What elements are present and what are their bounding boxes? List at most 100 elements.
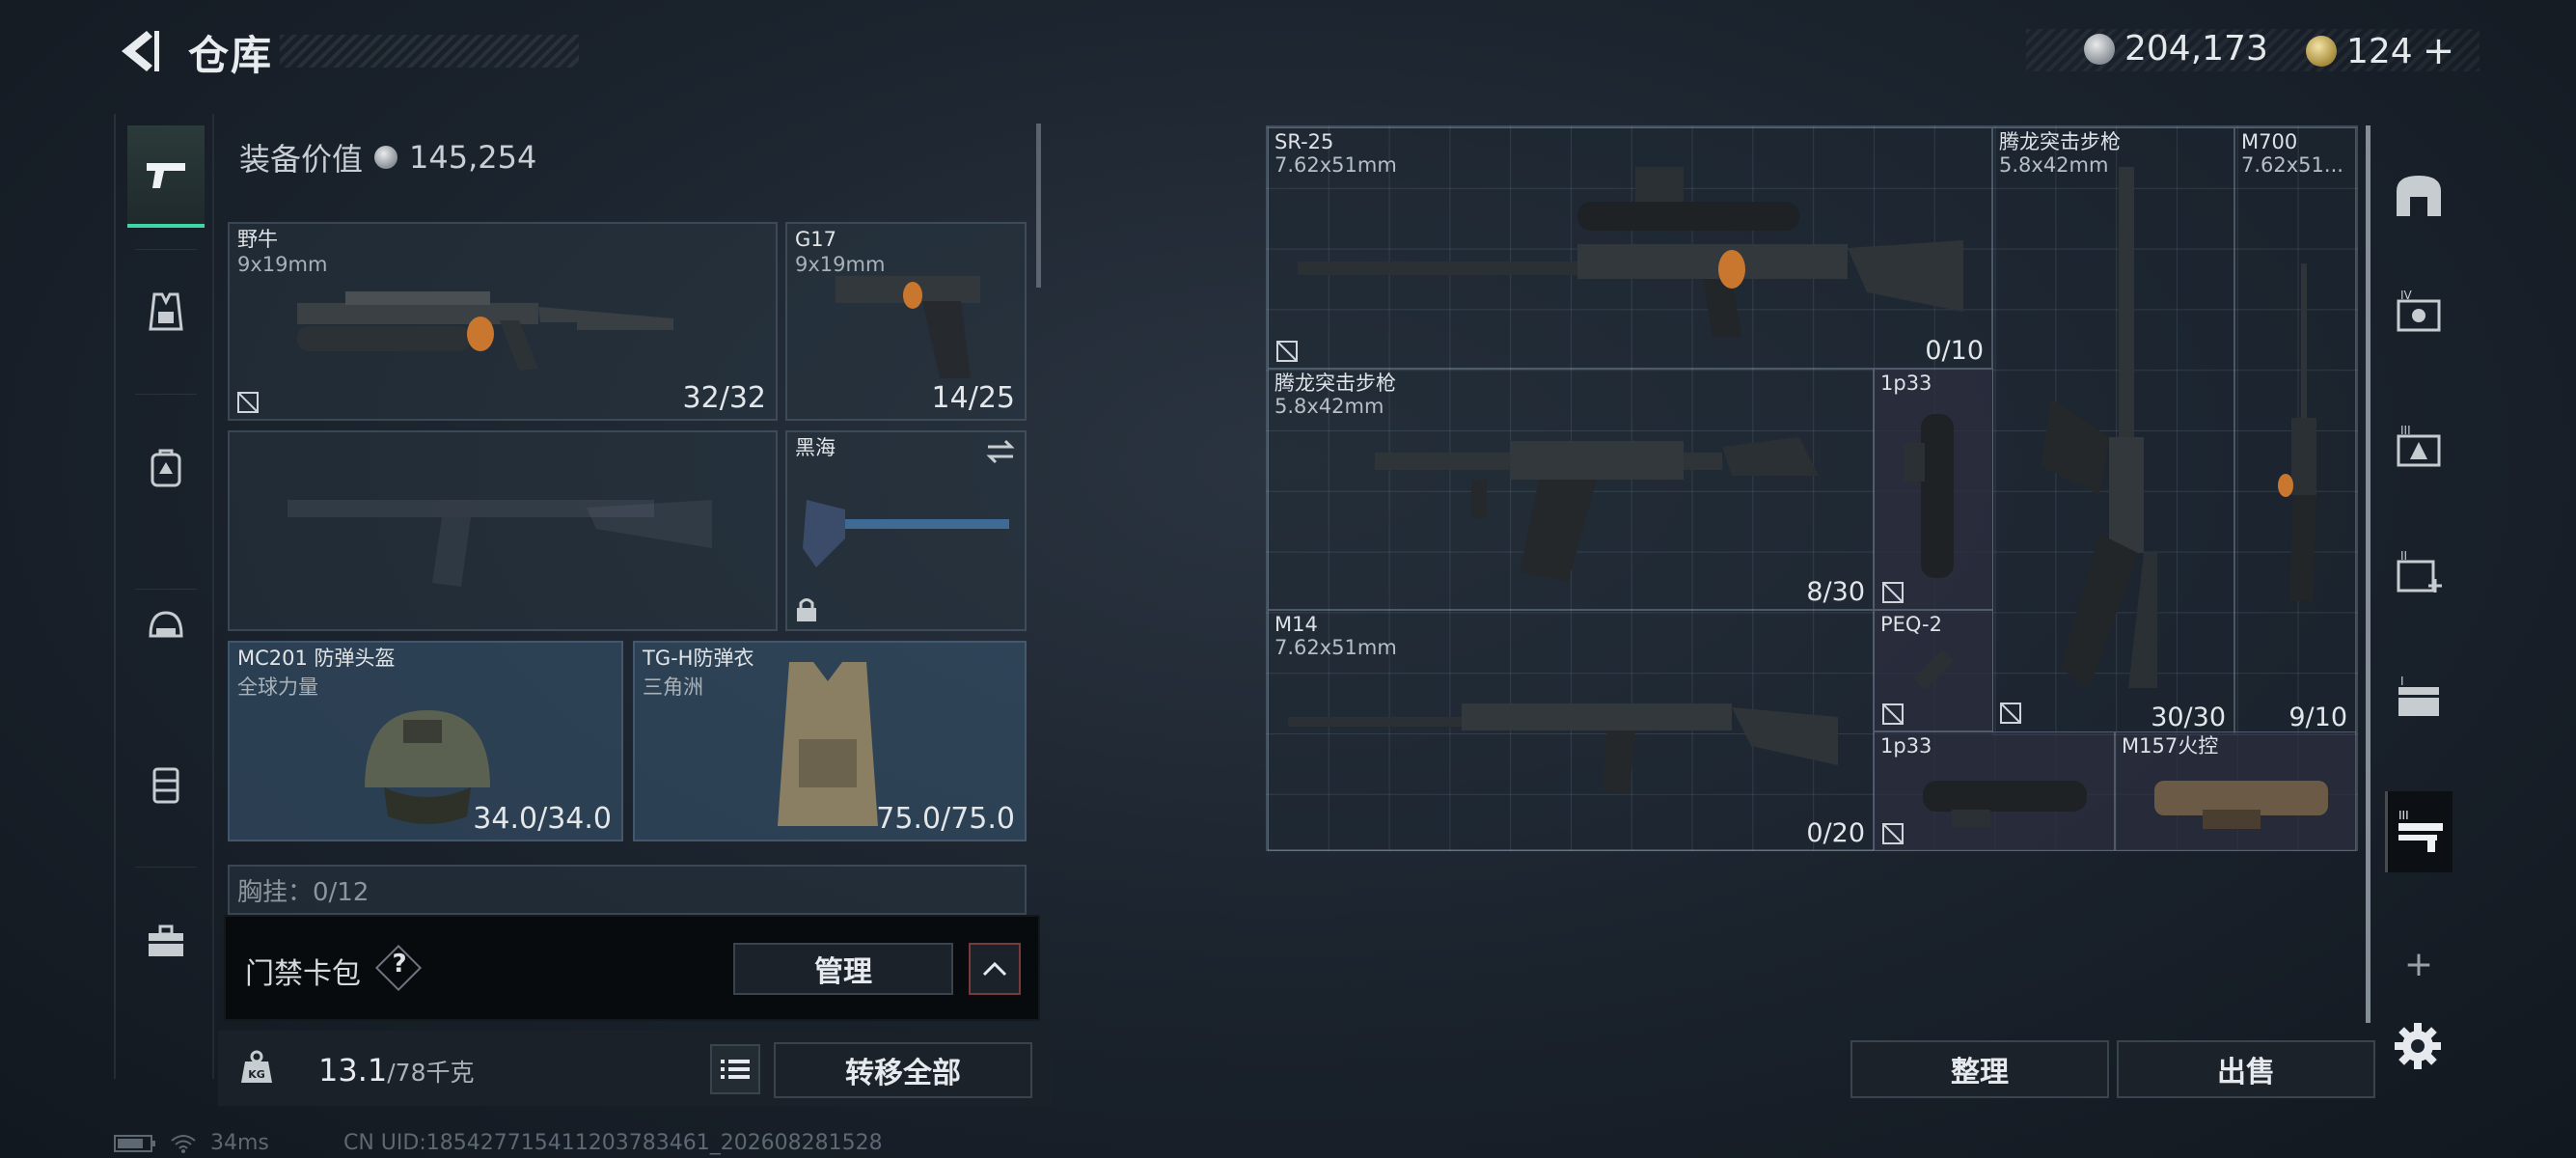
page-title: 仓库 [188,32,274,79]
item-ammo: 8/30 [1806,577,1865,607]
item-name: 腾龙突击步枪 [1999,130,2121,153]
list-view-button[interactable] [710,1044,760,1094]
slot-melee[interactable]: 黑海 [785,430,1027,631]
backpack-icon [151,449,181,487]
weight-max: /78千克 [387,1059,475,1087]
currency-gold-value: 124 [2346,31,2413,71]
slot-brand: 全球力量 [237,676,318,699]
rail-rig[interactable] [127,741,205,828]
lock-icon [797,598,816,621]
currency-gold[interactable]: 124 + [2306,29,2454,73]
medical-box-icon: II [2397,549,2442,593]
battery-icon [114,1134,155,1152]
warehouse-scrollbar-thumb[interactable] [2366,125,2370,1023]
manage-button[interactable]: 管理 [733,943,953,995]
vest-icon [149,292,183,331]
tab-storage-3[interactable]: III [2385,413,2453,481]
gear-icon[interactable] [2393,1021,2443,1071]
safehouse-icon [2397,176,2441,216]
rail-toolbox[interactable] [127,897,205,984]
item-name: PEQ-2 [1880,613,1942,636]
swap-icon[interactable] [984,438,1017,465]
slot-helmet[interactable]: MC201 防弹头盔 全球力量 34.0/34.0 [228,641,623,841]
silver-coin-icon [2084,33,2115,65]
toolbox-icon [149,924,183,956]
sell-button[interactable]: 出售 [2117,1040,2375,1098]
help-icon[interactable]: ? [389,950,410,979]
slot-chest-rig[interactable]: 胸挂：0/12 [228,865,1027,915]
rail-backpack[interactable] [127,425,205,511]
rail-weapons[interactable] [127,125,205,228]
currency-gold-add[interactable]: + [2423,29,2455,73]
svg-text:II: II [2400,549,2407,563]
warehouse-item[interactable]: SR-25 7.62x51mm 0/10 [1268,127,1992,369]
back-arrow-icon[interactable] [114,27,162,75]
scope-image [1923,781,2087,827]
pistol-image [836,276,980,378]
assault-rifle-image [1375,437,1819,582]
ping-value: 34ms [210,1131,269,1155]
item-name: M157火控 [2122,734,2219,758]
weight-current: 13.1 [318,1052,388,1089]
slot-ammo: 32/32 [682,381,766,415]
svg-text:III: III [2398,809,2409,822]
collapse-button[interactable] [969,943,1021,995]
warehouse-grid: SR-25 7.62x51mm 0/10 腾龙突击步枪 5.8x42mm 30/… [1266,125,2358,851]
weapon-rack-icon: III [2398,809,2443,852]
slot-secondary-weapon-empty[interactable] [228,430,778,631]
slot-primary-weapon[interactable]: 野牛 9x19mm 32/32 [228,222,778,421]
slot-armor[interactable]: TG-H防弹衣 三角洲 75.0/75.0 [633,641,1027,841]
item-name: M700 [2241,130,2298,153]
tab-storage-2[interactable]: II [2385,538,2453,606]
fire-control-image [2154,781,2328,829]
slot-pistol[interactable]: G17 9x19mm 14/25 [785,222,1027,421]
rig-icon [152,767,179,804]
warehouse-item[interactable]: M14 7.62x51mm 0/20 [1268,610,1874,851]
slot-brand: 三角洲 [643,676,703,699]
warehouse-item[interactable]: 腾龙突击步枪 5.8x42mm 30/30 [1992,127,2234,735]
rail-vest[interactable] [127,268,205,355]
no-insure-icon [1276,341,1298,362]
warehouse-item[interactable]: 1p33 [1874,369,1993,610]
slot-caliber: 9x19mm [795,253,886,276]
tab-weapons-storage[interactable]: III [2385,791,2453,872]
rail-helmet[interactable] [127,583,205,670]
warehouse-item[interactable]: M157火控 [2115,731,2356,851]
kg-icon: KG [241,1050,272,1083]
add-tab-button[interactable]: + [2385,930,2453,998]
category-rail [114,114,214,1079]
item-name: 腾龙突击步枪 [1274,372,1396,395]
helmet-icon [149,611,183,638]
storage-tabs: IV III II I III + [2377,124,2458,1108]
tab-safehouse[interactable] [2385,162,2453,230]
warehouse-item[interactable]: PEQ-2 [1874,610,1993,731]
sort-button[interactable]: 整理 [1850,1040,2109,1098]
storage-box-icon: I [2398,675,2439,716]
tab-storage-1[interactable]: I [2385,664,2453,731]
tab-storage-4[interactable]: IV [2385,278,2453,345]
equipment-scrollbar[interactable] [1036,124,1041,288]
item-ammo: 30/30 [2151,703,2226,732]
smg-image [297,291,673,371]
svg-text:I: I [2400,675,2404,688]
slot-ammo: 14/25 [931,381,1015,415]
slot-name: 野牛 [237,228,278,251]
transfer-all-button[interactable]: 转移全部 [774,1042,1032,1098]
equipment-value-label: 装备价值 [239,141,364,178]
item-ammo: 0/10 [1925,336,1984,366]
slot-name: TG-H防弹衣 [643,647,754,670]
uid-text: CN UID:1854277154112037834​61_2026082815… [343,1131,883,1155]
chevron-up-icon [982,961,1007,977]
warehouse-item[interactable]: M700 7.62x51... 9/10 [2234,127,2356,735]
no-insure-icon [1882,582,1904,603]
warehouse-item[interactable]: 1p33 [1874,731,2115,851]
sniper-rifle-image [2278,263,2316,601]
armor-image [778,662,878,826]
title-stripe [280,35,579,68]
item-caliber: 5.8x42mm [1274,395,1384,418]
currency-silver-value: 204,173 [2124,29,2268,69]
wifi-icon [171,1134,196,1153]
warehouse-item[interactable]: 腾龙突击步枪 5.8x42mm 8/30 [1268,369,1874,610]
item-name: 1p33 [1880,372,1932,395]
status-bar: 34ms [114,1131,269,1155]
